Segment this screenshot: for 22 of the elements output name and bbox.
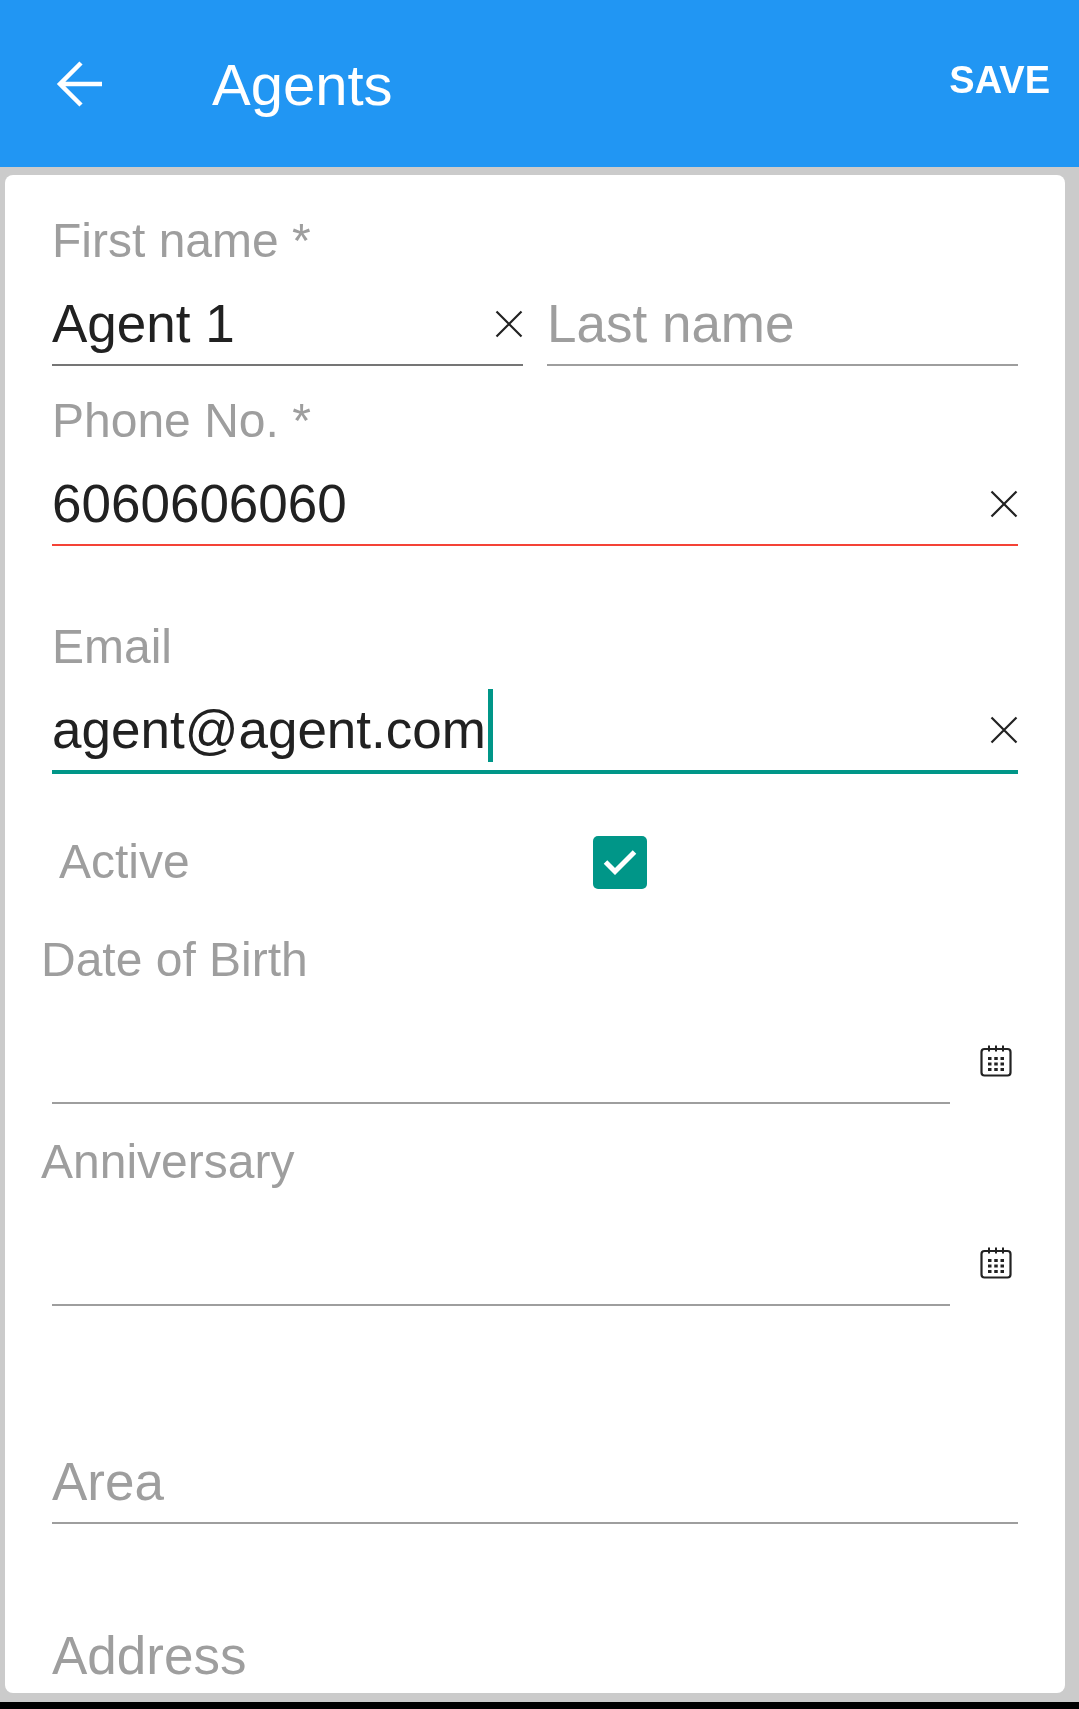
calendar-icon[interactable] bbox=[980, 1247, 1012, 1279]
field-label: Anniversary bbox=[41, 1134, 295, 1190]
text-field[interactable]: agent@agent.com bbox=[52, 700, 1018, 774]
text-field[interactable]: Address bbox=[52, 1626, 1018, 1693]
checkbox-label: Active bbox=[59, 834, 190, 890]
back-arrow-icon[interactable] bbox=[55, 58, 103, 109]
checkbox[interactable] bbox=[593, 835, 647, 889]
check-icon bbox=[603, 849, 637, 875]
field-label: Phone No. * bbox=[52, 393, 311, 449]
clear-icon[interactable] bbox=[495, 310, 523, 338]
calendar-icon[interactable] bbox=[980, 1045, 1012, 1077]
field-label: Date of Birth bbox=[41, 932, 308, 988]
save-button[interactable]: SAVE bbox=[949, 57, 1050, 102]
text-field[interactable]: Last name bbox=[547, 294, 1018, 366]
clear-icon[interactable] bbox=[990, 490, 1018, 518]
clear-icon[interactable] bbox=[990, 716, 1018, 744]
text-field[interactable]: 6060606060 bbox=[52, 474, 1018, 546]
text-field[interactable]: Agent 1 bbox=[52, 294, 523, 366]
screen-title: Agents bbox=[212, 51, 393, 118]
field-label: First name * bbox=[52, 213, 311, 269]
text-field[interactable]: Area bbox=[52, 1452, 1018, 1524]
field-label: Email bbox=[52, 619, 173, 675]
